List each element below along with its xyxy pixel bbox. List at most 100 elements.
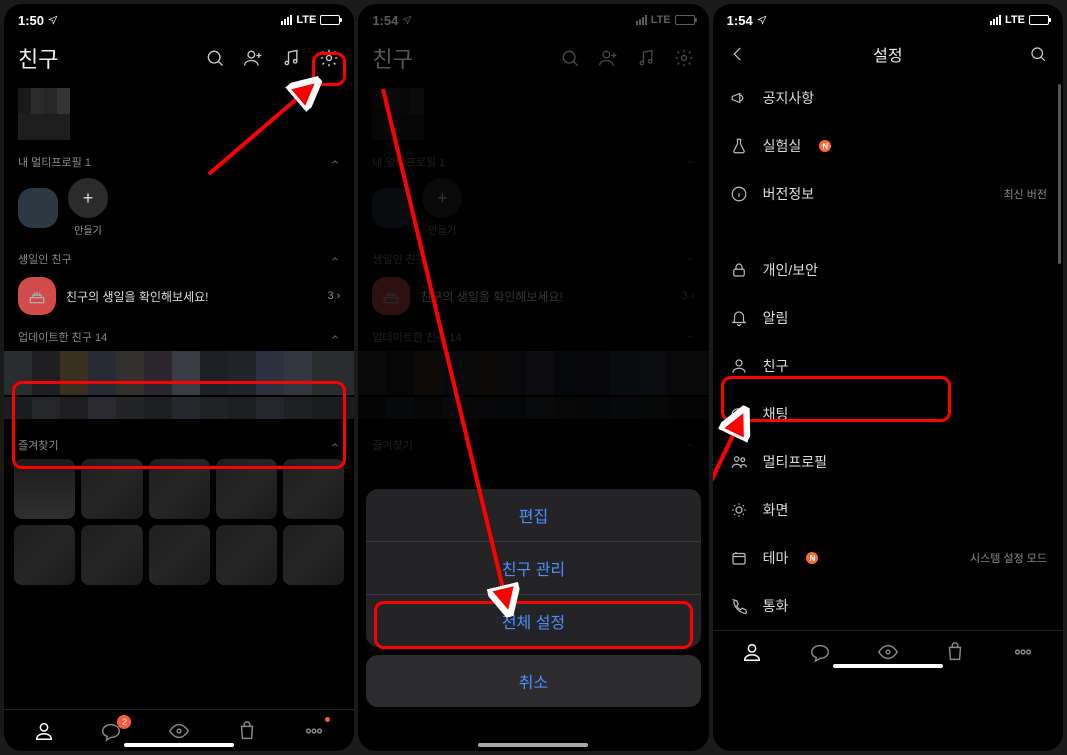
flask-icon — [729, 136, 749, 156]
sheet-all-settings[interactable]: 전체 설정 — [366, 594, 700, 647]
label: 친구 — [763, 356, 789, 376]
label: 개인/보안 — [763, 260, 818, 280]
phone-icon — [729, 596, 749, 616]
birthday-count: 3 › — [327, 290, 340, 302]
tab-bar: 2 — [4, 709, 354, 751]
bell-icon — [729, 308, 749, 328]
signal-icon — [281, 15, 292, 25]
phone-screen-2: 1:54 LTE 친구 내 멀티프로필 1 + 만들기 — [358, 4, 708, 751]
battery-icon — [320, 15, 340, 25]
updated-header: 업데이트한 친구 14 — [18, 329, 107, 345]
label: 통화 — [763, 596, 789, 616]
label: 채팅 — [763, 404, 789, 424]
my-profile-avatar[interactable] — [18, 88, 70, 140]
favorite-item[interactable] — [149, 459, 210, 519]
favorite-item[interactable] — [283, 525, 344, 585]
updated-friends-strip-2[interactable] — [4, 397, 354, 419]
chevron-up-icon[interactable] — [330, 157, 340, 167]
favorite-item[interactable] — [283, 459, 344, 519]
birthday-row[interactable]: 친구의 생일을 확인해보세요! 3 › — [18, 271, 340, 321]
chat-icon — [729, 404, 749, 424]
chevron-up-icon[interactable] — [330, 332, 340, 342]
back-icon[interactable] — [727, 43, 749, 65]
new-badge: N — [806, 552, 818, 564]
chat-badge: 2 — [117, 715, 131, 729]
favorite-item[interactable] — [14, 525, 75, 585]
info-icon — [729, 184, 749, 204]
new-badge: N — [819, 140, 831, 152]
multiprofile-icon — [729, 452, 749, 472]
sun-icon — [729, 500, 749, 520]
theme-icon — [729, 548, 749, 568]
tab-chat[interactable]: 2 — [97, 717, 125, 745]
lock-icon — [729, 260, 749, 280]
status-bar: 1:50 LTE — [4, 4, 354, 32]
tab-shop[interactable] — [233, 717, 261, 745]
tab-view[interactable] — [165, 717, 193, 745]
settings-item-lab[interactable]: 실험실 N — [717, 122, 1059, 170]
multi-profile-header: 내 멀티프로필 1 — [18, 154, 91, 170]
settings-title: 설정 — [749, 42, 1027, 66]
settings-item-call[interactable]: 통화 — [717, 582, 1059, 630]
tab-more[interactable] — [1009, 638, 1037, 666]
settings-item-privacy[interactable]: 개인/보안 — [717, 246, 1059, 294]
theme-value: 시스템 설정 모드 — [970, 550, 1047, 566]
gear-icon[interactable] — [318, 47, 340, 69]
tab-view[interactable] — [874, 638, 902, 666]
favorites-grid — [14, 459, 344, 585]
music-icon[interactable] — [280, 47, 302, 69]
tab-friends[interactable] — [30, 717, 58, 745]
clock: 1:54 — [727, 13, 753, 28]
tab-chat[interactable] — [806, 638, 834, 666]
battery-icon — [1029, 15, 1049, 25]
search-icon[interactable] — [1027, 43, 1049, 65]
label: 알림 — [763, 308, 789, 328]
favorite-item[interactable] — [14, 459, 75, 519]
tab-friends[interactable] — [738, 638, 766, 666]
favorite-item[interactable] — [216, 459, 277, 519]
action-sheet: 편집 친구 관리 전체 설정 취소 — [366, 489, 700, 707]
label: 공지사항 — [763, 88, 815, 108]
settings-item-version[interactable]: 버전정보 최신 버전 — [717, 170, 1059, 218]
settings-item-multiprofile[interactable]: 멀티프로필 — [717, 438, 1059, 486]
label: 버전정보 — [763, 184, 815, 204]
network-label: LTE — [296, 14, 316, 26]
add-friend-icon[interactable] — [242, 47, 264, 69]
header: 친구 — [4, 32, 354, 80]
favorite-item[interactable] — [81, 459, 142, 519]
status-bar: 1:54 LTE — [713, 4, 1063, 32]
tab-more[interactable] — [300, 717, 328, 745]
birthday-header: 생일인 친구 — [18, 251, 72, 267]
settings-item-display[interactable]: 화면 — [717, 486, 1059, 534]
multi-profile-avatar[interactable] — [18, 188, 58, 228]
sheet-manage-friends[interactable]: 친구 관리 — [366, 541, 700, 594]
settings-item-notifications[interactable]: 알림 — [717, 294, 1059, 342]
sheet-edit[interactable]: 편집 — [366, 489, 700, 541]
updated-friends-strip[interactable] — [4, 351, 354, 395]
label: 실험실 — [763, 136, 802, 156]
network-label: LTE — [1005, 14, 1025, 26]
birthday-text: 친구의 생일을 확인해보세요! — [66, 288, 317, 305]
phone-screen-1: 1:50 LTE 친구 내 멀티프로필 1 + 만들기 — [4, 4, 354, 751]
signal-icon — [990, 15, 1001, 25]
chevron-up-icon[interactable] — [330, 254, 340, 264]
scrollbar[interactable] — [1058, 84, 1061, 691]
settings-item-friends[interactable]: 친구 — [717, 342, 1059, 390]
search-icon[interactable] — [204, 47, 226, 69]
chevron-up-icon[interactable] — [330, 440, 340, 450]
add-profile-button[interactable]: + — [68, 178, 108, 218]
make-label: 만들기 — [68, 222, 108, 237]
favorite-item[interactable] — [81, 525, 142, 585]
settings-item-notice[interactable]: 공지사항 — [717, 74, 1059, 122]
favorite-item[interactable] — [149, 525, 210, 585]
favorites-header: 즐겨찾기 — [18, 437, 58, 453]
tab-shop[interactable] — [941, 638, 969, 666]
settings-item-chat[interactable]: 채팅 — [717, 390, 1059, 438]
favorite-item[interactable] — [216, 525, 277, 585]
content: 내 멀티프로필 1 + 만들기 생일인 친구 친구의 생일을 확인해보세요! 3… — [4, 80, 354, 709]
cake-icon — [18, 277, 56, 315]
settings-item-theme[interactable]: 테마 N 시스템 설정 모드 — [717, 534, 1059, 582]
page-title: 친구 — [18, 42, 58, 74]
sheet-cancel[interactable]: 취소 — [366, 655, 700, 707]
location-icon — [48, 15, 58, 25]
